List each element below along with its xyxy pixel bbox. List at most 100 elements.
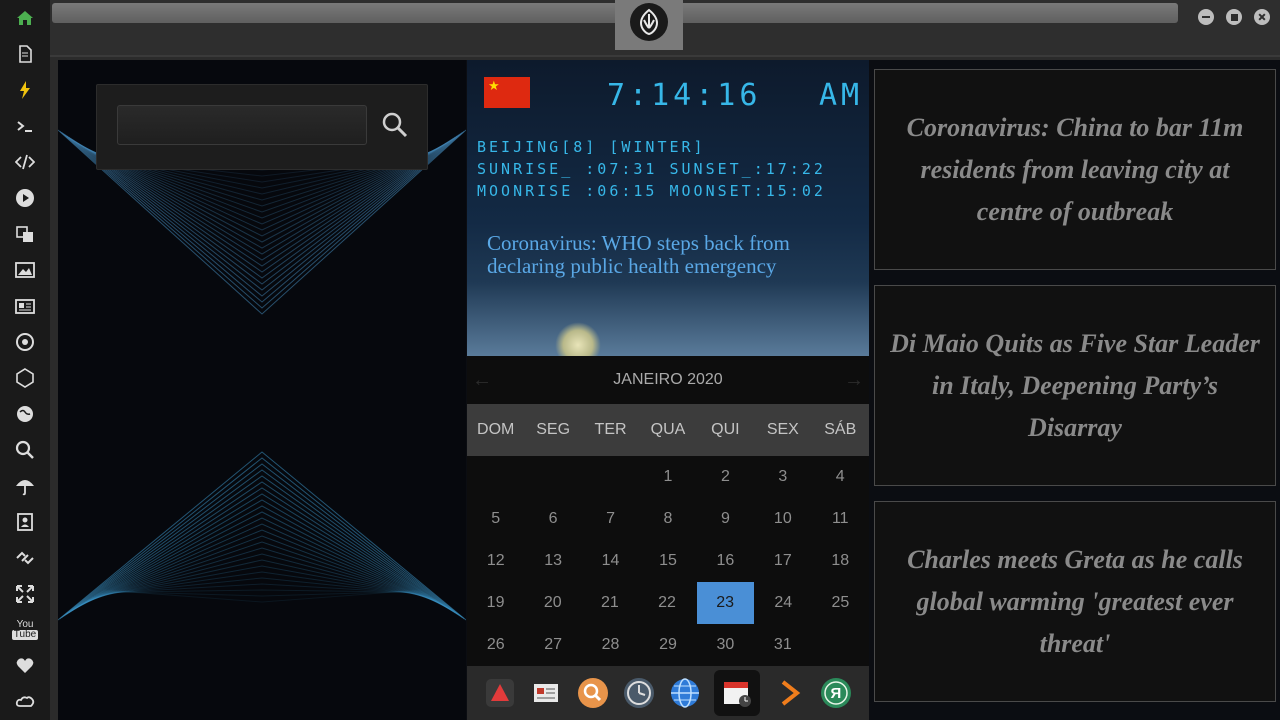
search-widget bbox=[96, 84, 428, 170]
calendar-day[interactable]: 22 bbox=[638, 582, 695, 624]
weather-widget: ★ 7:14:16 AM BEIJING[8] [WINTER] SUNRISE… bbox=[467, 60, 869, 356]
sidebar: You Tube bbox=[0, 0, 50, 720]
calendar-day[interactable]: 24 bbox=[755, 582, 812, 624]
play-icon[interactable] bbox=[14, 187, 36, 209]
weekday-label: SÁB bbox=[824, 421, 857, 438]
rebel-alliance-icon bbox=[630, 3, 668, 41]
clock-app-icon[interactable] bbox=[622, 676, 656, 710]
calendar-day[interactable]: 4 bbox=[812, 456, 869, 498]
calendar-day[interactable]: 8 bbox=[639, 498, 696, 540]
calendar-week-row: 1234 bbox=[467, 456, 869, 498]
calendar-day[interactable]: 25 bbox=[812, 582, 869, 624]
maximize-button[interactable] bbox=[1226, 9, 1242, 25]
calendar-day[interactable]: 1 bbox=[639, 456, 696, 498]
terminal-icon[interactable] bbox=[14, 115, 36, 137]
weekday-label: SEG bbox=[536, 421, 571, 438]
calendar-day[interactable]: 2 bbox=[697, 456, 754, 498]
link-icon[interactable] bbox=[14, 547, 36, 569]
calendar-week-row: 5 6 7 8 9 10 11 bbox=[467, 498, 869, 540]
calendar-week-row: 12 13 14 15 16 17 18 bbox=[467, 540, 869, 582]
next-month-button[interactable]: → bbox=[839, 369, 869, 392]
calendar-day bbox=[467, 456, 524, 498]
news-reader-icon[interactable] bbox=[529, 676, 563, 710]
calendar-day[interactable]: 17 bbox=[754, 540, 811, 582]
app-a-icon[interactable] bbox=[483, 676, 517, 710]
calendar-week-row: 26 27 28 29 30 31 bbox=[467, 624, 869, 666]
play-arrow-icon[interactable] bbox=[773, 676, 807, 710]
main-content: ★ 7:14:16 AM BEIJING[8] [WINTER] SUNRISE… bbox=[58, 60, 1280, 720]
heart-icon[interactable] bbox=[14, 655, 36, 677]
calendar-day[interactable]: 20 bbox=[524, 582, 581, 624]
weekday-label: QUI bbox=[711, 421, 740, 438]
news-headline: Coronavirus: China to bar 11m residents … bbox=[906, 112, 1244, 226]
calendar-day[interactable]: 30 bbox=[697, 624, 754, 666]
calendar-day-today[interactable]: 23 bbox=[696, 582, 754, 624]
calendar-day[interactable]: 29 bbox=[639, 624, 696, 666]
news-icon[interactable] bbox=[14, 295, 36, 317]
calendar-day[interactable]: 21 bbox=[581, 582, 638, 624]
code-icon[interactable] bbox=[14, 151, 36, 173]
calendar-grid: 1 2 3 4 5 6 7 8 9 10 11 12 13 14 15 16 17 18 19 20 21 22 23 24 2… bbox=[467, 456, 869, 666]
document-icon[interactable] bbox=[14, 43, 36, 65]
news-card[interactable]: Coronavirus: China to bar 11m residents … bbox=[874, 69, 1276, 270]
expand-icon[interactable] bbox=[14, 583, 36, 605]
china-flag-icon: ★ bbox=[484, 77, 530, 108]
umbrella-icon[interactable] bbox=[14, 475, 36, 497]
calendar-day[interactable]: 7 bbox=[582, 498, 639, 540]
calendar-day[interactable]: 13 bbox=[524, 540, 581, 582]
location-line: BEIJING[8] [WINTER] bbox=[477, 138, 706, 156]
moon-image bbox=[555, 322, 601, 356]
magnifier-icon bbox=[382, 112, 408, 138]
calendar-day[interactable]: 18 bbox=[812, 540, 869, 582]
moon-line: MOONRISE :06:15 MOONSET:15:02 bbox=[477, 182, 826, 200]
minimize-button[interactable] bbox=[1198, 9, 1214, 25]
weekday-label: SEX bbox=[766, 421, 799, 438]
bolt-icon[interactable] bbox=[14, 79, 36, 101]
yandex-icon[interactable]: Я bbox=[819, 676, 853, 710]
youtube-word-tube: Tube bbox=[11, 629, 39, 640]
tab-rebel-emblem[interactable] bbox=[615, 0, 683, 50]
calendar-week-row: 19 20 21 22 23 24 25 bbox=[467, 582, 869, 624]
youtube-icon[interactable]: You Tube bbox=[11, 619, 39, 641]
search-input[interactable] bbox=[117, 105, 367, 145]
cloud-icon[interactable] bbox=[14, 691, 36, 713]
calendar-day[interactable]: 27 bbox=[524, 624, 581, 666]
contacts-icon[interactable] bbox=[14, 511, 36, 533]
calendar-day[interactable]: 16 bbox=[697, 540, 754, 582]
search-icon[interactable] bbox=[14, 439, 36, 461]
calendar-day[interactable]: 5 bbox=[467, 498, 524, 540]
calendar-day[interactable]: 14 bbox=[582, 540, 639, 582]
calendar-day[interactable]: 11 bbox=[812, 498, 869, 540]
search-button[interactable] bbox=[377, 107, 413, 143]
calendar-day[interactable]: 9 bbox=[697, 498, 754, 540]
news-card[interactable]: Charles meets Greta as he calls global w… bbox=[874, 501, 1276, 702]
calendar-day[interactable]: 28 bbox=[582, 624, 639, 666]
home-icon[interactable] bbox=[14, 7, 36, 29]
prev-month-button[interactable]: ← bbox=[467, 369, 497, 392]
yandex-letter: Я bbox=[830, 684, 842, 702]
calendar-day[interactable]: 31 bbox=[754, 624, 811, 666]
wallpaper-panel bbox=[58, 60, 466, 720]
globe-icon[interactable] bbox=[14, 403, 36, 425]
translate-icon[interactable] bbox=[14, 223, 36, 245]
rebel-icon[interactable] bbox=[14, 331, 36, 353]
calendar-day[interactable]: 3 bbox=[754, 456, 811, 498]
news-card[interactable]: Di Maio Quits as Five Star Leader in Ita… bbox=[874, 285, 1276, 486]
calendar-day bbox=[812, 624, 869, 666]
weather-headline-link[interactable]: Coronavirus: WHO steps back from declari… bbox=[487, 232, 847, 278]
browser-icon[interactable] bbox=[668, 676, 702, 710]
clock-time: 7:14:16 bbox=[607, 78, 762, 113]
close-button[interactable] bbox=[1254, 9, 1270, 25]
image-icon[interactable] bbox=[14, 259, 36, 281]
calendar-app-icon[interactable] bbox=[714, 670, 761, 716]
calendar-day[interactable]: 6 bbox=[524, 498, 581, 540]
calendar-month-label: JANEIRO 2020 bbox=[613, 371, 723, 388]
network-icon[interactable] bbox=[14, 367, 36, 389]
calendar-day[interactable]: 15 bbox=[639, 540, 696, 582]
clock-ampm: AM bbox=[819, 78, 864, 113]
search-app-icon[interactable] bbox=[576, 676, 610, 710]
calendar-day[interactable]: 10 bbox=[754, 498, 811, 540]
calendar-day[interactable]: 19 bbox=[467, 582, 524, 624]
calendar-day[interactable]: 26 bbox=[467, 624, 524, 666]
calendar-day[interactable]: 12 bbox=[467, 540, 524, 582]
